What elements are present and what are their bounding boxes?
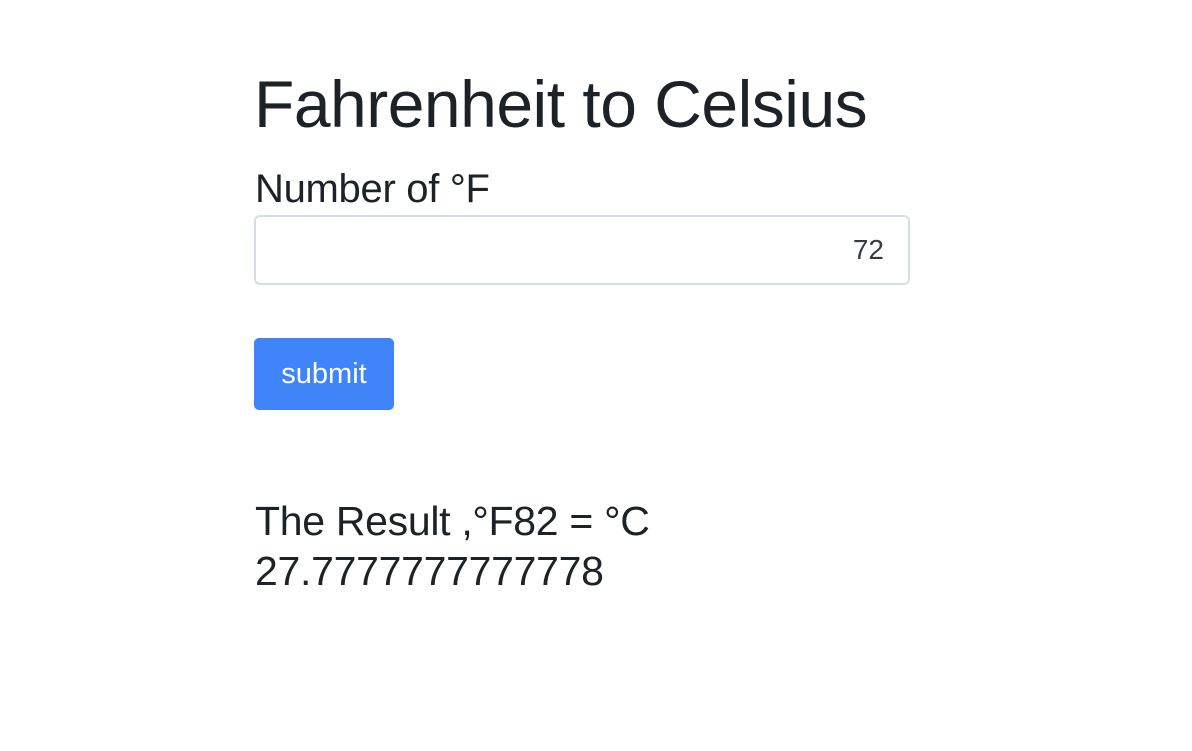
result-text: The Result ,°F82 = °C 27.7777777777778 xyxy=(255,496,855,596)
page-title: Fahrenheit to Celsius xyxy=(254,67,868,141)
submit-button[interactable]: submit xyxy=(254,338,394,410)
fahrenheit-input[interactable] xyxy=(254,215,910,285)
result-line-1: The Result ,°F82 = °C xyxy=(255,498,650,544)
fahrenheit-label: Number of °F xyxy=(255,167,490,211)
result-line-2: 27.7777777777778 xyxy=(255,548,604,594)
